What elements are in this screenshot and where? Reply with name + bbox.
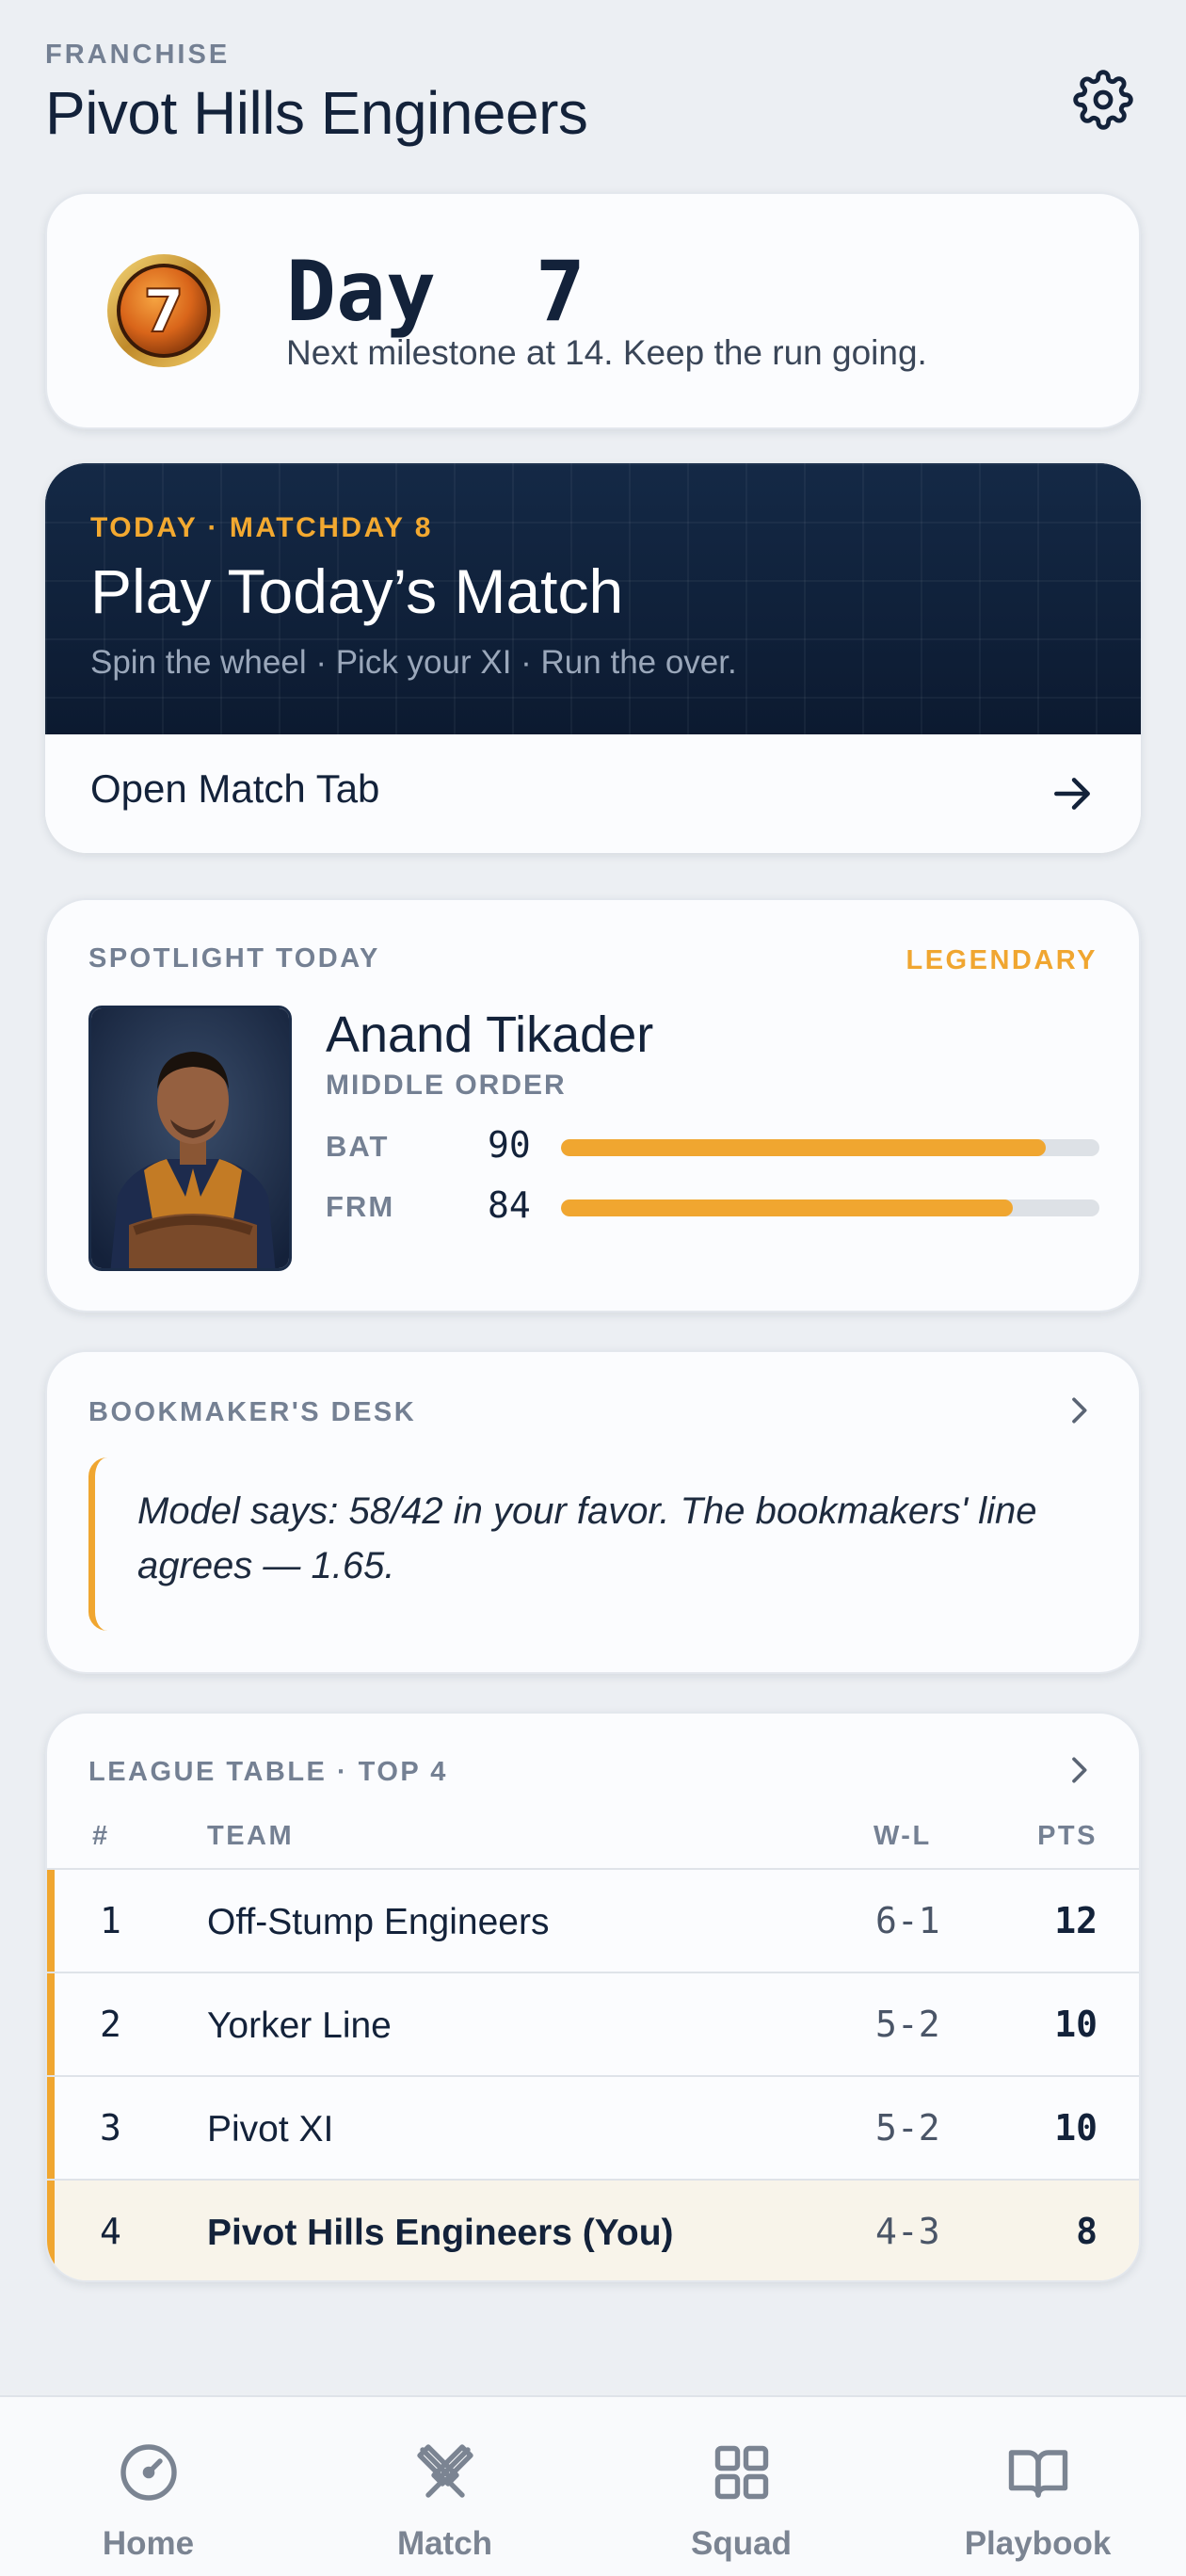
column-header-rank: # [92,1821,110,1851]
medal-number: 7 [143,277,184,346]
qualification-marker [47,2077,55,2179]
spotlight-section-label: SPOTLIGHT TODAY [88,943,380,974]
stat-label: FRM [326,1190,395,1223]
nav-label: Squad [691,2525,792,2562]
page-title: Pivot Hills Engineers [45,79,588,147]
stat-label: BAT [326,1130,390,1163]
chevron-right-icon[interactable] [1060,1392,1098,1429]
league-section-label: LEAGUE TABLE · TOP 4 [88,1757,448,1787]
player-portrait [88,1006,292,1271]
open-match-tab-label: Open Match Tab [90,766,380,811]
nav-label: Playbook [964,2525,1112,2562]
qualification-marker [47,1973,55,2075]
match-title: Play Today’s Match [90,556,624,626]
qualification-marker [47,1870,55,1972]
open-book-icon [1008,2450,1067,2498]
arrow-right-icon [1054,778,1090,810]
nav-home[interactable]: Home [0,2397,296,2576]
column-header-wl: W-L [873,1821,932,1851]
stat-bar-fill [561,1139,1046,1156]
streak-medal-icon: 7 [107,254,220,367]
row-rank: 3 [100,2107,121,2149]
player-portrait-image [91,1008,289,1268]
league-rows: 1 Off-Stump Engineers 6-1 12 2 Yorker Li… [47,1868,1139,2280]
row-team: Pivot Hills Engineers (You) [207,2213,674,2253]
bookmakers-desk-card[interactable]: BOOKMAKER'S DESK Model says: 58/42 in yo… [45,1350,1141,1674]
stat-bar [561,1139,1099,1156]
nav-label: Match [396,2525,493,2562]
rarity-badge: LEGENDARY [906,945,1098,975]
table-row[interactable]: 3 Pivot XI 5-2 10 [47,2075,1139,2179]
match-banner: TODAY · MATCHDAY 8 Play Today’s Match Sp… [45,463,1141,734]
league-table-card[interactable]: LEAGUE TABLE · TOP 4 # TEAM W-L PTS 1 Of… [45,1712,1141,2282]
todays-match-card[interactable]: TODAY · MATCHDAY 8 Play Today’s Match Sp… [45,463,1141,853]
bookmaker-section-label: BOOKMAKER'S DESK [88,1397,417,1427]
table-row[interactable]: 2 Yorker Line 5-2 10 [47,1972,1139,2075]
streak-title: Day 7 [286,243,585,340]
match-subtitle: Spin the wheel · Pick your XI · Run the … [90,644,737,681]
stat-row-bat: BAT 90 [326,1124,1099,1166]
match-eyebrow: TODAY · MATCHDAY 8 [90,512,433,543]
table-row-you[interactable]: 4 Pivot Hills Engineers (You) 4-3 8 [47,2179,1139,2280]
column-header-pts: PTS [1037,1821,1098,1851]
row-pts: 8 [1076,2211,1098,2252]
streak-subtitle: Next milestone at 14. Keep the run going… [286,333,927,372]
row-rank: 4 [100,2211,121,2252]
row-wl: 6-1 [875,1900,940,1941]
streak-card: 7 Day 7 Next milestone at 14. Keep the r… [45,192,1141,429]
bookmaker-quote: Model says: 58/42 in your favor. The boo… [137,1490,1037,1586]
row-wl: 4-3 [875,2211,940,2252]
gauge-icon [120,2444,177,2501]
row-team: Yorker Line [207,2005,392,2046]
row-pts: 10 [1054,2004,1098,2045]
open-match-tab-button[interactable]: Open Match Tab [45,734,1141,853]
player-role: MIDDLE ORDER [326,1070,567,1101]
gear-icon [1073,70,1133,130]
row-rank: 1 [100,1900,121,1941]
stat-bar-fill [561,1199,1014,1216]
stat-row-frm: FRM 84 [326,1184,1099,1226]
row-rank: 2 [100,2004,121,2045]
nav-playbook[interactable]: Playbook [890,2397,1186,2576]
row-pts: 10 [1054,2107,1098,2149]
spotlight-card[interactable]: SPOTLIGHT TODAY LEGENDARY Anand Tikader [45,898,1141,1312]
crossed-bats-icon [416,2444,473,2498]
stat-bar [561,1199,1099,1216]
stat-value: 84 [488,1184,531,1226]
stat-value: 90 [488,1124,531,1166]
grid-icon [714,2445,768,2500]
column-header-team: TEAM [207,1821,295,1851]
franchise-eyebrow: FRANCHISE [45,40,231,70]
row-wl: 5-2 [875,2004,940,2045]
chevron-right-icon[interactable] [1060,1751,1098,1789]
nav-match[interactable]: Match [296,2397,593,2576]
nav-squad[interactable]: Squad [593,2397,890,2576]
nav-label: Home [102,2525,195,2562]
settings-button[interactable] [1069,66,1137,134]
qualification-marker [47,2181,55,2280]
row-wl: 5-2 [875,2107,940,2149]
table-row[interactable]: 1 Off-Stump Engineers 6-1 12 [47,1868,1139,1972]
app-header: FRANCHISE Pivot Hills Engineers [45,40,1141,153]
bottom-nav: Home Match Squad Playbook [0,2395,1186,2576]
quote-accent-bar [88,1457,107,1631]
row-team: Pivot XI [207,2109,334,2149]
player-name: Anand Tikader [326,1006,654,1063]
row-pts: 12 [1054,1900,1098,1941]
row-team: Off-Stump Engineers [207,1902,550,1942]
